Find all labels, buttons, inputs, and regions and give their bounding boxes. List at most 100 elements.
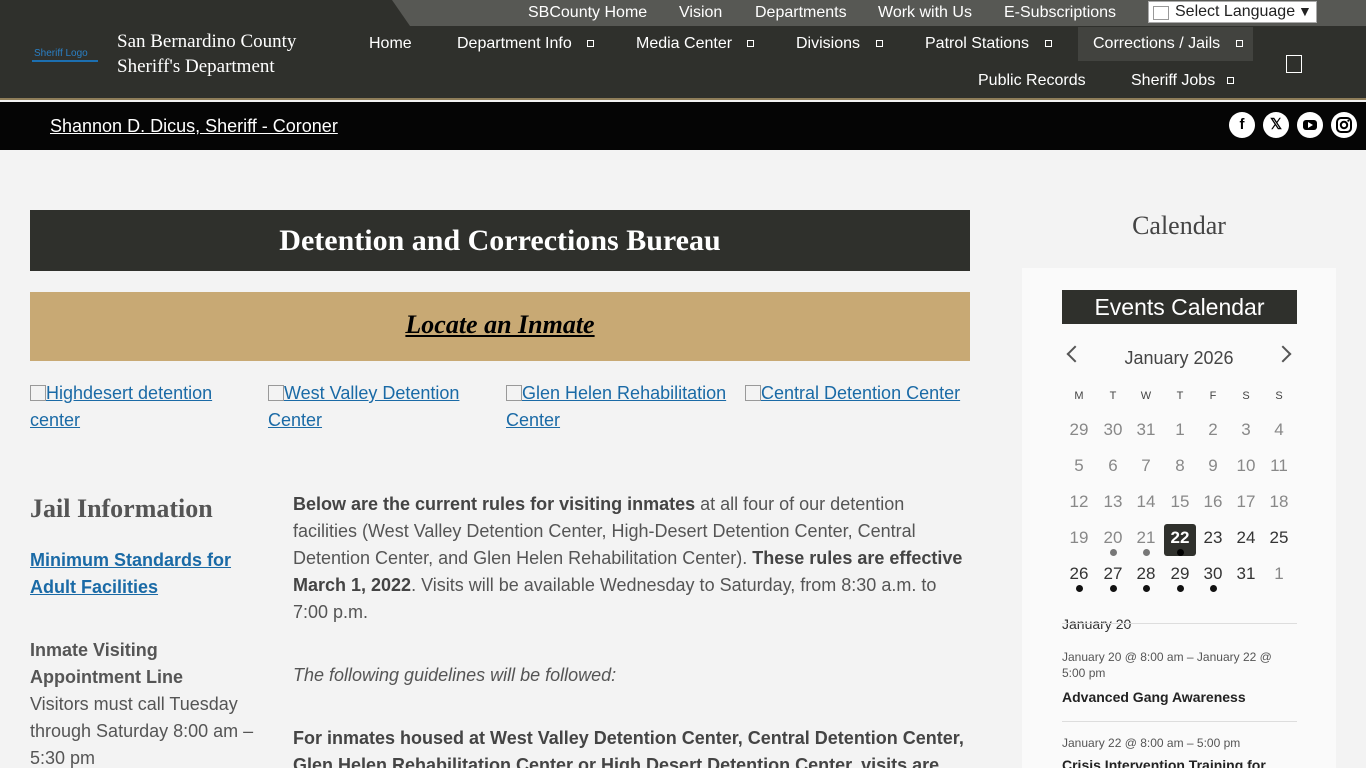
calendar-day[interactable]: 30 bbox=[1197, 560, 1229, 592]
calendar-day[interactable]: 28 bbox=[1130, 560, 1162, 592]
nav-patrol-stations[interactable]: Patrol Stations bbox=[925, 27, 1060, 61]
calendar-day[interactable]: 15 bbox=[1164, 488, 1196, 520]
facility-link-high-desert[interactable]: Highdesert detention center bbox=[30, 380, 258, 434]
event-list-date: January 20 bbox=[1062, 616, 1132, 632]
divider bbox=[1062, 721, 1297, 722]
calendar-day-number: 29 bbox=[1069, 420, 1089, 439]
calendar-day-number: 15 bbox=[1170, 492, 1190, 511]
nav-corrections-jails[interactable]: Corrections / Jails bbox=[1078, 27, 1253, 61]
menu-toggle-icon[interactable] bbox=[1286, 55, 1302, 73]
util-link-vision[interactable]: Vision bbox=[679, 4, 722, 22]
chevron-right-icon[interactable] bbox=[1274, 345, 1292, 363]
x-icon[interactable]: 𝕏 bbox=[1263, 112, 1289, 138]
nav-public-records-label: Public Records bbox=[978, 72, 1086, 89]
facility-link-west-valley[interactable]: West Valley Detention Center bbox=[268, 380, 496, 434]
nav-corrections-jails-label: Corrections / Jails bbox=[1093, 35, 1221, 52]
weekday-label: S bbox=[1275, 390, 1283, 402]
calendar-day-number: 23 bbox=[1203, 528, 1223, 547]
nav-patrol-stations-label: Patrol Stations bbox=[925, 35, 1030, 52]
calendar-day-number: 2 bbox=[1208, 420, 1218, 439]
calendar-day-number: 27 bbox=[1103, 564, 1123, 583]
calendar-day[interactable]: 19 bbox=[1063, 524, 1095, 556]
calendar-day-today[interactable]: 22 bbox=[1164, 524, 1196, 556]
calendar-day[interactable]: 18 bbox=[1263, 488, 1295, 520]
event-title-link[interactable]: Crisis Intervention Training for bbox=[1062, 757, 1297, 768]
facility-link-glen-helen[interactable]: Glen Helen Rehabilitation Center bbox=[506, 380, 734, 434]
event-indicator-dot bbox=[1076, 585, 1083, 592]
youtube-icon[interactable] bbox=[1297, 112, 1323, 138]
calendar-day-number: 12 bbox=[1069, 492, 1089, 511]
util-link-departments[interactable]: Departments bbox=[755, 4, 847, 22]
calendar-day-number: 7 bbox=[1141, 456, 1151, 475]
calendar-day[interactable]: 20 bbox=[1097, 524, 1129, 556]
calendar-day-number: 16 bbox=[1203, 492, 1223, 511]
sheriff-name-link[interactable]: Shannon D. Dicus, Sheriff - Coroner bbox=[50, 116, 338, 137]
calendar-day[interactable]: 12 bbox=[1063, 488, 1095, 520]
calendar-day[interactable]: 27 bbox=[1097, 560, 1129, 592]
google-translate-icon bbox=[1153, 6, 1169, 20]
org-name-line2[interactable]: Sheriff's Department bbox=[117, 56, 275, 78]
dropdown-icon bbox=[1045, 40, 1052, 47]
facebook-icon[interactable]: f bbox=[1229, 112, 1255, 138]
calendar-day[interactable]: 31 bbox=[1230, 560, 1262, 592]
language-select[interactable]: Select Language ▼ bbox=[1148, 1, 1317, 23]
calendar-day-number: 29 bbox=[1170, 564, 1190, 583]
nav-sheriff-jobs[interactable]: Sheriff Jobs bbox=[1131, 64, 1241, 98]
locate-inmate-link[interactable]: Locate an Inmate bbox=[30, 310, 970, 340]
calendar-day[interactable]: 24 bbox=[1230, 524, 1262, 556]
calendar-day[interactable]: 7 bbox=[1130, 452, 1162, 484]
calendar-day[interactable]: 23 bbox=[1197, 524, 1229, 556]
calendar-day[interactable]: 6 bbox=[1097, 452, 1129, 484]
sheriff-logo[interactable]: Sheriff Logo bbox=[32, 46, 98, 62]
events-calendar-widget: Events Calendar January 2026 MTWTFSS 29 3… bbox=[1022, 268, 1336, 768]
event-meta: January 22 @ 8:00 am – 5:00 pm bbox=[1062, 736, 1241, 750]
chevron-left-icon[interactable] bbox=[1066, 345, 1084, 363]
calendar-day[interactable]: 13 bbox=[1097, 488, 1129, 520]
event-title-link[interactable]: Advanced Gang Awareness bbox=[1062, 689, 1297, 705]
calendar-day[interactable]: 2 bbox=[1197, 416, 1229, 448]
calendar-day[interactable]: 31 bbox=[1130, 416, 1162, 448]
calendar-day[interactable]: 14 bbox=[1130, 488, 1162, 520]
calendar-day[interactable]: 8 bbox=[1164, 452, 1196, 484]
visiting-line-heading: Inmate Visiting Appointment Line bbox=[30, 640, 183, 687]
calendar-day-number: 20 bbox=[1103, 528, 1123, 547]
calendar-day-number: 22 bbox=[1170, 528, 1190, 547]
facility-link-central[interactable]: Central Detention Center bbox=[745, 380, 973, 407]
calendar-day[interactable]: 25 bbox=[1263, 524, 1295, 556]
calendar-day[interactable]: 29 bbox=[1164, 560, 1196, 592]
nav-home-label: Home bbox=[369, 35, 412, 52]
calendar-day[interactable]: 26 bbox=[1063, 560, 1095, 592]
calendar-day-number: 30 bbox=[1203, 564, 1223, 583]
nav-media-center[interactable]: Media Center bbox=[636, 27, 761, 61]
dropdown-icon bbox=[1227, 77, 1234, 84]
calendar-day-number: 9 bbox=[1208, 456, 1218, 475]
calendar-day[interactable]: 17 bbox=[1230, 488, 1262, 520]
jail-info-heading: Jail Information bbox=[30, 494, 213, 523]
calendar-day[interactable]: 4 bbox=[1263, 416, 1295, 448]
calendar-day[interactable]: 16 bbox=[1197, 488, 1229, 520]
calendar-day[interactable]: 1 bbox=[1263, 560, 1295, 592]
calendar-day[interactable]: 21 bbox=[1130, 524, 1162, 556]
calendar-day[interactable]: 30 bbox=[1097, 416, 1129, 448]
calendar-day[interactable]: 11 bbox=[1263, 452, 1295, 484]
calendar-day[interactable]: 1 bbox=[1164, 416, 1196, 448]
instagram-icon[interactable] bbox=[1331, 112, 1357, 138]
calendar-day[interactable]: 3 bbox=[1230, 416, 1262, 448]
util-link-e-subscriptions[interactable]: E-Subscriptions bbox=[1004, 4, 1116, 22]
nav-public-records[interactable]: Public Records bbox=[978, 64, 1093, 98]
util-link-sbcounty-home[interactable]: SBCounty Home bbox=[528, 4, 647, 22]
calendar-day[interactable]: 29 bbox=[1063, 416, 1095, 448]
calendar-day[interactable]: 10 bbox=[1230, 452, 1262, 484]
util-link-work-with-us[interactable]: Work with Us bbox=[878, 4, 972, 22]
calendar-day[interactable]: 5 bbox=[1063, 452, 1095, 484]
page-title-banner: Detention and Corrections Bureau bbox=[30, 210, 970, 271]
org-name-line1[interactable]: San Bernardino County bbox=[117, 31, 296, 53]
nav-divisions[interactable]: Divisions bbox=[796, 27, 891, 61]
calendar-day-number: 4 bbox=[1274, 420, 1284, 439]
event-indicator-dot bbox=[1143, 549, 1150, 556]
weekday-label: S bbox=[1242, 390, 1250, 402]
min-standards-link[interactable]: Minimum Standards for Adult Facilities bbox=[30, 547, 270, 601]
nav-home[interactable]: Home bbox=[369, 27, 419, 61]
nav-department-info[interactable]: Department Info bbox=[457, 27, 602, 61]
calendar-day[interactable]: 9 bbox=[1197, 452, 1229, 484]
